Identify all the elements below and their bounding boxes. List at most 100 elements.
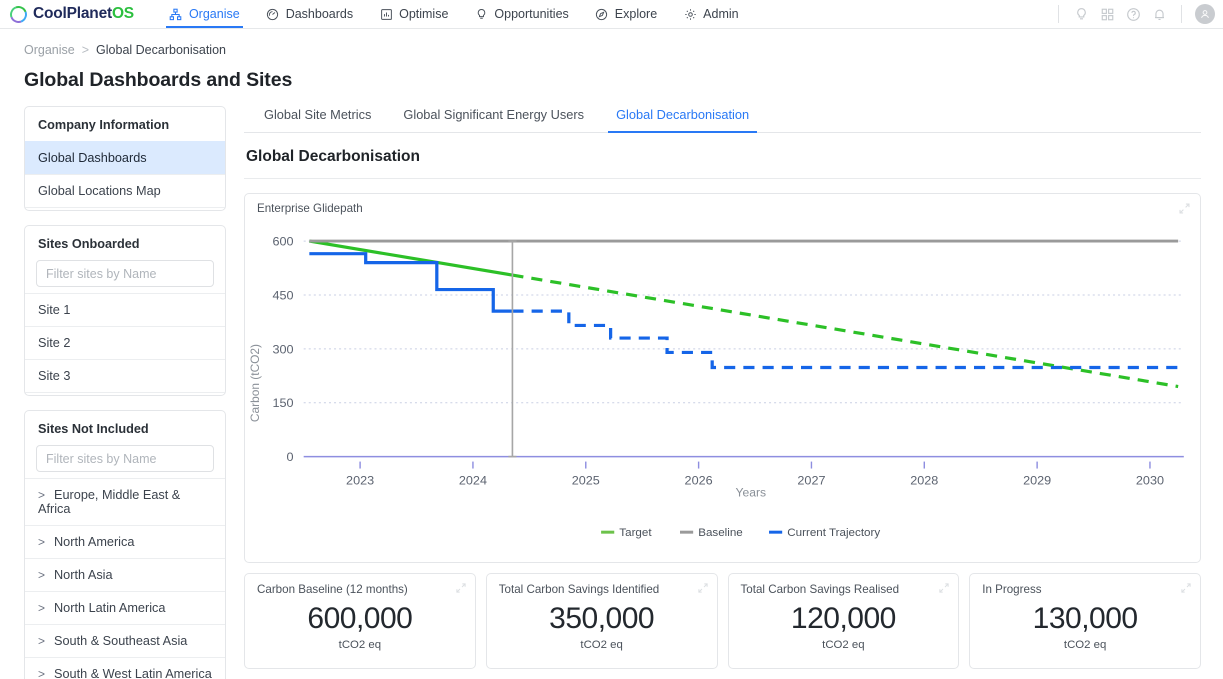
svg-text:2028: 2028 bbox=[910, 474, 938, 488]
expand-diagonal-icon[interactable] bbox=[455, 581, 467, 599]
tab-global-decarbonisation[interactable]: Global Decarbonisation bbox=[600, 107, 765, 133]
metric-card-savings-realised-unit: tCO2 eq bbox=[741, 639, 947, 651]
expand-diagonal-icon[interactable] bbox=[1180, 581, 1192, 599]
coolplanet-circle-logo-icon bbox=[7, 3, 30, 26]
apps-grid-icon[interactable] bbox=[1094, 1, 1120, 27]
chart-y-axis-label: Carbon (tCO2) bbox=[248, 344, 262, 422]
chart-box-icon bbox=[379, 7, 393, 21]
sidebar-item-north-latin-america-label: North Latin America bbox=[54, 601, 165, 615]
sidebar-item-site-3-label: Site 3 bbox=[38, 369, 70, 383]
legend-label-baseline: Baseline bbox=[698, 527, 743, 539]
breadcrumb-current: Global Decarbonisation bbox=[96, 43, 226, 57]
metric-card-savings-identified: Total Carbon Savings Identified 350,000 … bbox=[486, 573, 718, 669]
sites-onboarded-title: Sites Onboarded bbox=[25, 236, 225, 260]
nav-item-opportunities-label: Opportunities bbox=[494, 7, 568, 21]
metric-card-in-progress-value: 130,000 bbox=[982, 602, 1188, 636]
sidebar-item-south-west-latin-america[interactable]: >South & West Latin America bbox=[25, 657, 225, 679]
metric-card-savings-identified-value: 350,000 bbox=[499, 602, 705, 636]
chart-panel-title: Enterprise Glidepath bbox=[245, 194, 1200, 215]
sidebar-item-site-1[interactable]: Site 1 bbox=[25, 293, 225, 326]
nav-item-explore[interactable]: Explore bbox=[582, 0, 670, 28]
top-navigation-bar: CoolPlanetOS Organise Dashboards Optimis… bbox=[0, 0, 1223, 29]
sidebar-card-sites-onboarded: Sites Onboarded Site 1 Site 2 Site 3 bbox=[24, 225, 226, 396]
brand-name-suffix: OS bbox=[112, 5, 134, 22]
nav-item-admin-label: Admin bbox=[703, 7, 738, 21]
metric-card-carbon-baseline-label: Carbon Baseline (12 months) bbox=[257, 583, 463, 596]
sidebar-item-south-southeast-asia[interactable]: >South & Southeast Asia bbox=[25, 624, 225, 657]
lightbulb-icon[interactable] bbox=[1068, 1, 1094, 27]
org-tree-icon bbox=[169, 7, 183, 21]
tab-global-site-metrics[interactable]: Global Site Metrics bbox=[248, 107, 387, 133]
brand-logo[interactable]: CoolPlanetOS bbox=[10, 5, 134, 23]
metric-card-in-progress-label: In Progress bbox=[982, 583, 1188, 596]
svg-text:2027: 2027 bbox=[797, 474, 825, 488]
svg-text:300: 300 bbox=[272, 342, 293, 356]
svg-text:2024: 2024 bbox=[459, 474, 487, 488]
sidebar-item-emea[interactable]: >Europe, Middle East & Africa bbox=[25, 478, 225, 525]
nav-item-optimise-label: Optimise bbox=[399, 7, 448, 21]
main-nav-items: Organise Dashboards Optimise Opportuniti… bbox=[156, 0, 752, 28]
help-circle-icon[interactable] bbox=[1120, 1, 1146, 27]
breadcrumb-root-link[interactable]: Organise bbox=[24, 43, 75, 57]
breadcrumb: Organise > Global Decarbonisation bbox=[0, 29, 1223, 57]
metric-card-savings-realised-value: 120,000 bbox=[741, 602, 947, 636]
svg-text:2029: 2029 bbox=[1023, 474, 1051, 488]
chevron-right-icon: > bbox=[38, 634, 45, 648]
sidebar-card-sites-not-included: Sites Not Included >Europe, Middle East … bbox=[24, 410, 226, 679]
sites-onboarded-filter-wrap bbox=[25, 260, 225, 293]
nav-item-opportunities[interactable]: Opportunities bbox=[461, 0, 581, 28]
bell-icon[interactable] bbox=[1146, 1, 1172, 27]
sidebar-item-north-asia[interactable]: > North Asia bbox=[25, 558, 225, 591]
chevron-right-icon: > bbox=[38, 601, 45, 615]
sites-onboarded-filter-input[interactable] bbox=[36, 260, 214, 287]
metric-card-carbon-baseline-value: 600,000 bbox=[257, 602, 463, 636]
tab-global-significant-energy-users-label: Global Significant Energy Users bbox=[403, 107, 584, 122]
chart-canvas: 0150300450600 20232024202520262027202820… bbox=[245, 216, 1200, 562]
chevron-right-icon: > bbox=[38, 667, 45, 679]
legend-label-target: Target bbox=[619, 527, 652, 539]
gear-icon bbox=[683, 7, 697, 21]
sidebar-item-global-locations-map[interactable]: Global Locations Map bbox=[25, 174, 225, 208]
enterprise-glidepath-chart: 0150300450600 20232024202520262027202820… bbox=[245, 216, 1200, 562]
tab-bar: Global Site Metrics Global Significant E… bbox=[244, 106, 1201, 133]
nav-item-explore-label: Explore bbox=[615, 7, 657, 21]
sidebar-item-site-3[interactable]: Site 3 bbox=[25, 359, 225, 393]
sidebar-item-north-america[interactable]: >North America bbox=[25, 525, 225, 558]
breadcrumb-separator: > bbox=[82, 43, 89, 57]
metric-card-savings-realised-label: Total Carbon Savings Realised bbox=[741, 583, 947, 596]
sidebar-item-global-dashboards[interactable]: Global Dashboards bbox=[25, 141, 225, 174]
page-title: Global Dashboards and Sites bbox=[0, 57, 1223, 92]
metric-card-carbon-baseline-unit: tCO2 eq bbox=[257, 639, 463, 651]
sidebar-item-north-latin-america[interactable]: > North Latin America bbox=[25, 591, 225, 624]
metric-card-in-progress: In Progress 130,000 tCO2 eq bbox=[969, 573, 1201, 669]
tab-global-significant-energy-users[interactable]: Global Significant Energy Users bbox=[387, 107, 600, 133]
tab-global-decarbonisation-label: Global Decarbonisation bbox=[616, 107, 749, 122]
chevron-right-icon: > bbox=[38, 568, 45, 582]
sites-not-included-filter-input[interactable] bbox=[36, 445, 214, 472]
svg-text:2030: 2030 bbox=[1136, 474, 1164, 488]
svg-text:150: 150 bbox=[272, 396, 293, 410]
expand-diagonal-icon[interactable] bbox=[938, 581, 950, 599]
page-layout: Company Information Global Dashboards Gl… bbox=[0, 92, 1223, 679]
svg-text:450: 450 bbox=[272, 289, 293, 303]
nav-item-optimise[interactable]: Optimise bbox=[366, 0, 461, 28]
svg-text:600: 600 bbox=[272, 235, 293, 249]
nav-item-organise[interactable]: Organise bbox=[156, 0, 253, 28]
svg-text:2023: 2023 bbox=[346, 474, 374, 488]
sidebar: Company Information Global Dashboards Gl… bbox=[24, 106, 226, 679]
section-title: Global Decarbonisation bbox=[244, 133, 1201, 179]
metric-card-savings-identified-label: Total Carbon Savings Identified bbox=[499, 583, 705, 596]
sidebar-item-north-asia-label: North Asia bbox=[54, 568, 113, 582]
tab-global-site-metrics-label: Global Site Metrics bbox=[264, 107, 371, 122]
user-avatar[interactable] bbox=[1195, 4, 1215, 24]
main-content: Global Site Metrics Global Significant E… bbox=[244, 106, 1201, 679]
expand-diagonal-icon[interactable] bbox=[697, 581, 709, 599]
chart-series bbox=[309, 241, 1178, 386]
nav-item-admin[interactable]: Admin bbox=[670, 0, 751, 28]
sidebar-item-site-2[interactable]: Site 2 bbox=[25, 326, 225, 359]
sidebar-item-emea-label: Europe, Middle East & Africa bbox=[38, 488, 180, 516]
chart-x-tick-marks bbox=[360, 462, 1150, 469]
nav-item-dashboards[interactable]: Dashboards bbox=[253, 0, 366, 28]
lightbulb-icon bbox=[474, 7, 488, 21]
nav-item-dashboards-label: Dashboards bbox=[286, 7, 353, 21]
